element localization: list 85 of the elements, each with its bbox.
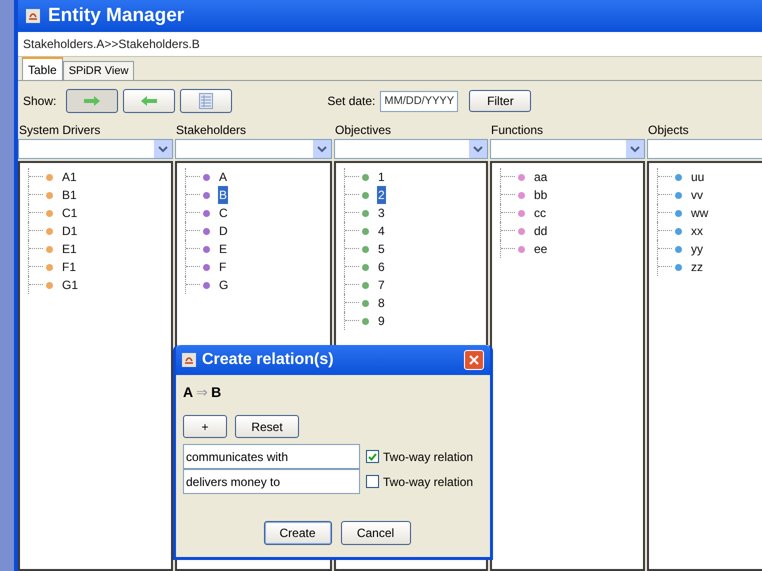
view-button[interactable]: [66, 89, 118, 113]
dropdown-button[interactable]: [626, 140, 644, 158]
app-icon: [26, 9, 40, 23]
filter-dropdown[interactable]: [18, 139, 173, 159]
tree-item[interactable]: bb: [533, 186, 548, 204]
add-button[interactable]: +: [183, 415, 227, 438]
source-entity: A: [183, 382, 194, 402]
tree-item[interactable]: F1: [61, 258, 78, 276]
filter-dropdown[interactable]: [334, 139, 488, 159]
check-icon: [368, 452, 377, 460]
checkbox[interactable]: [366, 450, 379, 463]
right-arrow-icon: [83, 96, 102, 106]
column-header: Stakeholders: [175, 122, 248, 139]
dropdown-button[interactable]: [154, 140, 172, 158]
tree-item[interactable]: C: [218, 204, 229, 222]
tree-item[interactable]: 8: [377, 294, 386, 312]
tree-item[interactable]: E1: [61, 240, 78, 258]
chevron-down-icon: [473, 146, 483, 152]
tree-item[interactable]: 2: [377, 186, 386, 204]
relation-arrow: ⇒: [196, 382, 208, 402]
tree-item[interactable]: zz: [690, 258, 704, 276]
filter-dropdown[interactable]: [490, 139, 645, 159]
tree-item[interactable]: 9: [377, 312, 386, 330]
tree-item[interactable]: uu: [690, 168, 706, 186]
chevron-down-icon: [158, 146, 168, 152]
tree-item[interactable]: A1: [61, 168, 78, 186]
column-header: Objectives: [334, 122, 392, 139]
tree-item[interactable]: ee: [533, 240, 548, 258]
tree-item[interactable]: 1: [377, 168, 386, 186]
tree-item[interactable]: B: [218, 186, 228, 204]
tree-item[interactable]: vv: [690, 186, 704, 204]
tree-item[interactable]: ww: [690, 204, 710, 222]
cancel-button[interactable]: Cancel: [340, 521, 410, 545]
column-header: Functions: [490, 122, 544, 139]
close-button[interactable]: [464, 350, 484, 370]
checkbox-label: Two-way relation: [383, 474, 474, 490]
tree-item[interactable]: D: [218, 222, 229, 240]
chevron-down-icon: [630, 146, 640, 152]
window-title: Entity Manager: [48, 4, 184, 28]
view-button[interactable]: [123, 89, 176, 113]
tree-item[interactable]: F: [218, 258, 228, 276]
checkbox-label: Two-way relation: [383, 448, 474, 466]
tree-item[interactable]: E: [218, 240, 228, 258]
dropdown-button[interactable]: [313, 140, 331, 158]
relation-field[interactable]: delivers money to: [183, 469, 360, 494]
dropdown-button[interactable]: [469, 140, 487, 158]
tree-item[interactable]: G: [218, 276, 230, 294]
column-header: System Drivers: [18, 122, 102, 139]
column-header: Objects: [647, 122, 690, 139]
close-icon: [469, 355, 479, 365]
view-button[interactable]: [180, 89, 232, 113]
tree-item[interactable]: C1: [61, 204, 78, 222]
dialog-title: Create relation(s): [202, 350, 335, 370]
tree-item[interactable]: yy: [690, 240, 704, 258]
tree-item[interactable]: 7: [377, 276, 386, 294]
chevron-down-icon: [317, 146, 327, 152]
path-field: Stakeholders.A>>Stakeholders.B: [18, 32, 762, 57]
tree-item[interactable]: xx: [690, 222, 704, 240]
tree-item[interactable]: A: [218, 168, 228, 186]
filter-button[interactable]: Filter: [469, 90, 532, 112]
reset-button[interactable]: Reset: [235, 415, 299, 438]
tree-item[interactable]: 5: [377, 240, 386, 258]
target-entity: B: [211, 382, 222, 402]
tree-item[interactable]: dd: [533, 222, 548, 240]
tab[interactable]: Table: [22, 57, 63, 80]
left-arrow-icon: [140, 96, 158, 106]
table-icon: [199, 93, 214, 109]
create-button[interactable]: Create: [264, 521, 332, 545]
date-field[interactable]: MM/DD/YYYY: [380, 90, 458, 112]
show-label: Show:: [23, 93, 56, 110]
tab[interactable]: SPiDR View: [62, 61, 134, 80]
tree-item[interactable]: G1: [61, 276, 80, 294]
checkbox[interactable]: [366, 475, 379, 488]
tree-item[interactable]: 4: [377, 222, 386, 240]
tree-item[interactable]: cc: [533, 204, 547, 222]
tree-item[interactable]: D1: [61, 222, 78, 240]
relation-field[interactable]: communicates with: [183, 444, 360, 469]
tree-item[interactable]: aa: [533, 168, 548, 186]
date-label: Set date:: [327, 93, 376, 110]
filter-dropdown[interactable]: [647, 139, 762, 159]
tree-item[interactable]: 6: [377, 258, 386, 276]
app-icon: [182, 353, 196, 367]
tree-item[interactable]: B1: [61, 186, 78, 204]
filter-dropdown[interactable]: [175, 139, 332, 159]
tree-item[interactable]: 3: [377, 204, 386, 222]
